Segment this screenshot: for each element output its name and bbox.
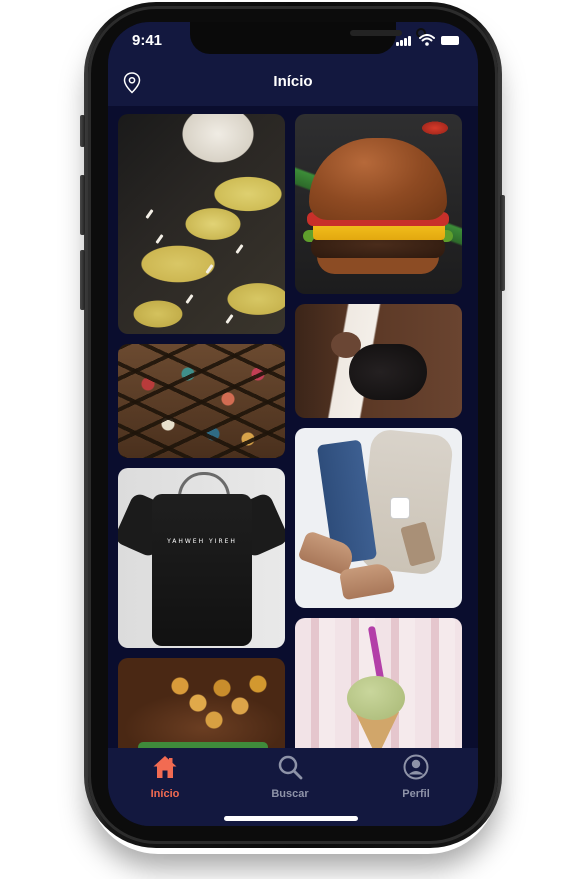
tshirt-print-text: YAHWEH YIREH: [167, 538, 237, 545]
phone-screen: 9:41 Início YAHWEH YIREH Início Buscar P…: [108, 22, 478, 826]
image-feed[interactable]: YAHWEH YIREH: [108, 106, 478, 748]
profile-icon: [403, 754, 429, 780]
status-time: 9:41: [132, 32, 163, 49]
volume-down-button: [80, 250, 85, 310]
tab-home[interactable]: Início: [115, 754, 215, 804]
feed-image-tshirt[interactable]: YAHWEH YIREH: [118, 468, 285, 648]
tab-search[interactable]: Buscar: [240, 754, 340, 804]
wifi-icon: [419, 34, 435, 46]
feed-image-jewelry[interactable]: [118, 344, 285, 458]
power-button: [500, 195, 505, 291]
tab-profile[interactable]: Perfil: [366, 754, 466, 804]
cellular-signal-icon: [396, 36, 414, 46]
app-header: Início: [108, 58, 478, 106]
search-icon: [278, 755, 303, 780]
battery-icon: [441, 36, 459, 45]
status-bar: 9:41: [108, 22, 478, 58]
mute-switch: [80, 115, 85, 147]
tab-profile-label: Perfil: [402, 788, 430, 800]
home-indicator[interactable]: [224, 816, 358, 821]
tab-home-label: Início: [150, 788, 180, 800]
home-icon: [153, 756, 177, 778]
bottom-tab-bar: Início Buscar Perfil: [108, 748, 478, 826]
feed-image-ice-cream[interactable]: [295, 618, 462, 748]
feed-image-clothes[interactable]: [295, 428, 462, 608]
volume-up-button: [80, 175, 85, 235]
notch: [190, 22, 426, 54]
feed-image-burger[interactable]: [295, 114, 462, 294]
feed-image-chicken[interactable]: [118, 658, 285, 748]
speaker-grille: [350, 30, 402, 36]
feed-image-woman[interactable]: [295, 304, 462, 418]
tab-search-label: Buscar: [271, 788, 309, 800]
feed-image-ravioli[interactable]: [118, 114, 285, 334]
page-title: Início: [273, 73, 313, 90]
